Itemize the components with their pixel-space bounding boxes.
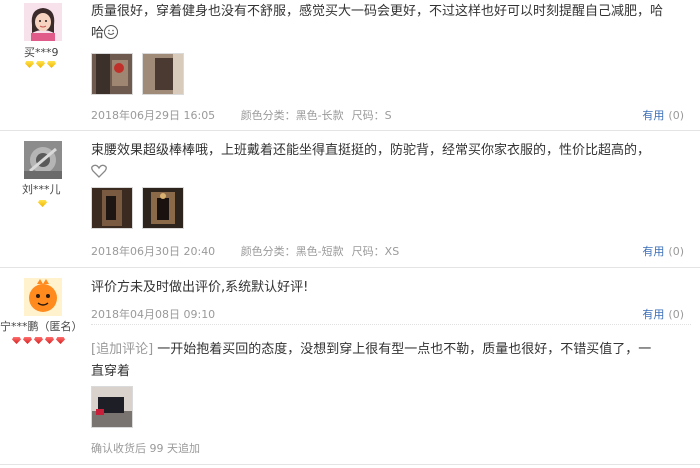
useful-count: (0) (668, 109, 684, 122)
useful-button[interactable]: 有用 (642, 109, 664, 122)
append-tag: [追加评论] (91, 342, 154, 357)
sku-size: S (384, 109, 392, 122)
avatar[interactable] (24, 3, 62, 41)
review-photo-thumbnail[interactable] (142, 187, 184, 229)
review-text-line: 一开始抱着买回的态度，没想到穿上很有型一点也不勒，质量也很好，不错买值了，一 (157, 342, 652, 357)
red-diamond-icon (12, 337, 21, 344)
useful-vote: 有用 (0) (642, 107, 684, 123)
appended-review: [追加评论] 一开始抱着买回的态度，没想到穿上很有型一点也不勒，质量也很好，不错… (91, 324, 691, 455)
sku-size: XS (384, 245, 400, 258)
red-diamond-icon (45, 337, 54, 344)
heart-icon (91, 164, 107, 178)
sku-info: 颜色分类：黑色-长款 尺码：S (240, 109, 392, 122)
review-text-line: 质量很好，穿着健身也没有不舒服，感觉买大一码会更好，不过这样也好可以时刻提醒自己… (91, 4, 664, 19)
red-diamond-icon (34, 337, 43, 344)
review-content: 束腰效果超级棒棒哦，上班戴着还能坐得直挺挺的，防驼背，经常买你家衣服的，性价比超… (91, 140, 691, 184)
review-photos (91, 386, 133, 428)
review-date: 2018年06月29日 16:05 (91, 109, 216, 122)
review-photo-thumbnail[interactable] (91, 386, 133, 428)
gold-diamond-icon (36, 61, 45, 68)
review-divider (0, 130, 700, 131)
username: 刘***儿 (22, 183, 61, 196)
user-rank-badge (38, 200, 47, 210)
username: 宁***鹏（匿名） (0, 320, 83, 333)
review-photo-thumbnail[interactable] (142, 53, 184, 95)
review-photos (91, 53, 184, 95)
review-meta: 2018年06月29日 16:05 颜色分类：黑色-长款 尺码：S (91, 107, 422, 123)
gold-diamond-icon (38, 200, 47, 207)
useful-button[interactable]: 有用 (642, 308, 664, 321)
red-diamond-icon (56, 337, 65, 344)
smile-emoji-icon (104, 25, 119, 39)
avatar[interactable] (24, 278, 62, 316)
useful-vote: 有用 (0) (642, 306, 684, 322)
gold-diamond-icon (25, 61, 34, 68)
append-meta: 确认收货后 99 天追加 (91, 442, 200, 455)
review-photo-thumbnail[interactable] (91, 187, 133, 229)
review-meta: 2018年06月30日 20:40 颜色分类：黑色-短款 尺码：XS (91, 243, 429, 259)
review-text-line: 评价方未及时做出评价,系统默认好评! (91, 280, 309, 295)
review-divider (0, 267, 700, 268)
user-rank-badge (12, 337, 65, 347)
review-text-line: 束腰效果超级棒棒哦，上班戴着还能坐得直挺挺的，防驼背，经常买你家衣服的，性价比超… (91, 143, 651, 158)
review-divider (0, 464, 700, 465)
sku-color: 黑色-短款 (295, 245, 344, 258)
review-text-line: 哈 (91, 26, 105, 41)
avatar[interactable] (24, 141, 62, 179)
gold-diamond-icon (47, 61, 56, 68)
appended-review-content: [追加评论] 一开始抱着买回的态度，没想到穿上很有型一点也不勒，质量也很好，不错… (91, 339, 691, 383)
useful-button[interactable]: 有用 (642, 245, 664, 258)
review-date: 2018年04月08日 09:10 (91, 308, 216, 321)
review-meta: 2018年04月08日 09:10 (91, 306, 237, 322)
review-photos (91, 187, 184, 229)
useful-count: (0) (668, 308, 684, 321)
username: 买***9 (24, 46, 59, 59)
sku-color: 黑色-长款 (295, 109, 344, 122)
useful-vote: 有用 (0) (642, 243, 684, 259)
red-diamond-icon (23, 337, 32, 344)
user-rank-badge (25, 61, 56, 71)
sku-info: 颜色分类：黑色-短款 尺码：XS (240, 245, 400, 258)
review-content: 评价方未及时做出评价,系统默认好评! (91, 277, 691, 299)
review-content: 质量很好，穿着健身也没有不舒服，感觉买大一码会更好，不过这样也好可以时刻提醒自己… (91, 1, 691, 45)
review-text-line: 直穿着 (91, 364, 131, 379)
review-photo-thumbnail[interactable] (91, 53, 133, 95)
useful-count: (0) (668, 245, 684, 258)
review-date: 2018年06月30日 20:40 (91, 245, 216, 258)
